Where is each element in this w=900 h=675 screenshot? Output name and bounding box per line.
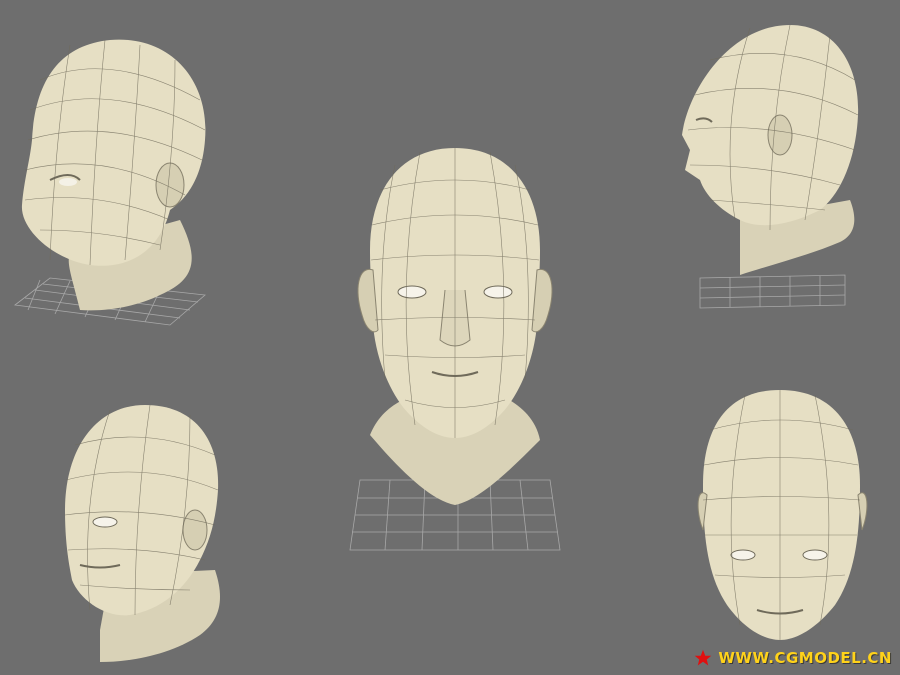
head-view-profile (660, 20, 870, 315)
watermark: WWW.CGMODEL.CN (694, 649, 892, 667)
watermark-text: WWW.CGMODEL.CN (718, 649, 892, 667)
head-view-front (340, 140, 570, 560)
head-view-three-quarter-high (10, 20, 210, 360)
head-view-top-down (695, 385, 870, 645)
red-star-icon (695, 649, 712, 666)
head-view-three-quarter-low (50, 400, 240, 675)
render-canvas: WWW.CGMODEL.CN (0, 0, 900, 675)
floor-grid (699, 274, 846, 309)
